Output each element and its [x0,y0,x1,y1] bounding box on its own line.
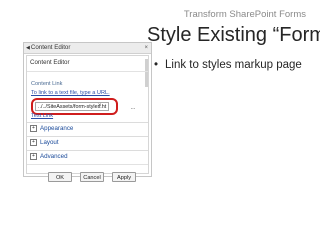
editor-body: Content Editor Content Link To link to a… [26,55,149,182]
panel-title: Content Editor [30,44,71,51]
section-label: Layout [40,139,59,146]
content-editor-panel: ◀Content Editor × Content Editor Content… [23,42,152,182]
apply-button[interactable]: Apply [112,172,136,182]
cancel-button[interactable]: Cancel [80,172,104,182]
section-advanced[interactable]: + Advanced [27,150,148,162]
collapse-arrow-icon[interactable]: ◀ [26,43,30,53]
expand-icon[interactable]: + [30,153,37,160]
section-label: Appearance [40,125,74,132]
test-link[interactable]: Test Link [31,113,53,119]
panel-header: ◀Content Editor × [24,43,151,54]
bullet-item: • Link to styles markup page [154,58,315,72]
slide-title: Style Existing “Form” [147,24,320,46]
content-link-label: Content Link [31,81,63,87]
hint-link[interactable]: To link to a text file, type a URL. [31,90,110,96]
expand-icon[interactable]: + [30,125,37,132]
clear-icon[interactable]: × [98,102,102,111]
bullet-text: Link to styles markup page [165,59,302,71]
browse-button[interactable]: ... [123,104,143,112]
section-appearance[interactable]: + Appearance [27,122,148,134]
divider [27,71,148,72]
section-label: Advanced [40,153,68,160]
scrollbar[interactable] [145,59,148,87]
deck-header: Transform SharePoint Forms [183,9,306,20]
close-icon[interactable]: × [144,43,148,53]
ok-button[interactable]: OK [48,172,72,182]
bullet-dot-icon: • [154,59,159,71]
section-layout[interactable]: + Layout [27,136,148,148]
expand-icon[interactable]: + [30,139,37,146]
section-title: Content Editor [30,59,70,66]
divider [27,164,148,165]
